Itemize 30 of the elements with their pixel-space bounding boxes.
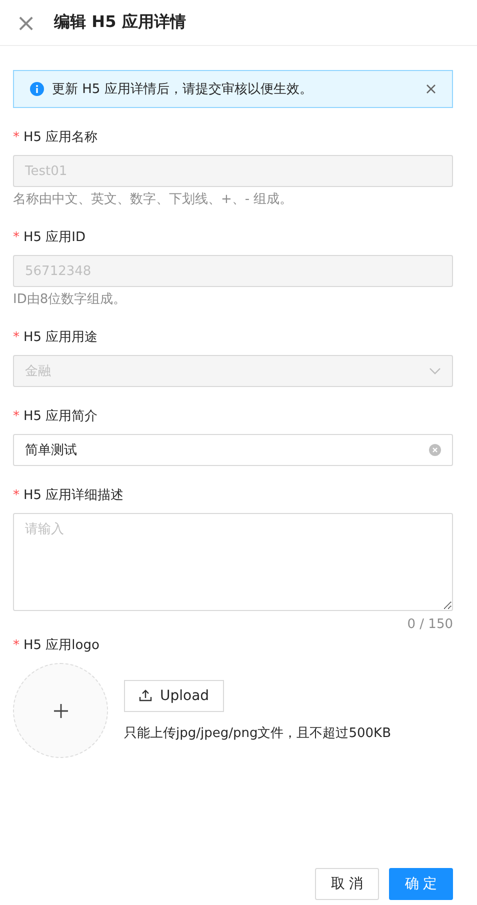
field-label: H5 应用名称 (24, 129, 98, 146)
field-label: H5 应用logo (24, 637, 100, 654)
upload-button[interactable]: Upload (124, 680, 224, 712)
cancel-button[interactable]: 取 消 (315, 868, 379, 900)
field-label: H5 应用ID (24, 229, 86, 246)
required-mark: * (13, 488, 20, 502)
field-label: H5 应用简介 (24, 408, 98, 425)
upload-icon (139, 689, 152, 702)
alert-message: 更新 H5 应用详情后，请提交审核以便生效。 (52, 81, 314, 98)
close-icon[interactable] (426, 84, 436, 94)
required-mark: * (13, 408, 20, 424)
field-label: H5 应用用途 (24, 329, 98, 346)
confirm-button[interactable]: 确 定 (389, 868, 453, 900)
help-text: 名称由中文、英文、数字、下划线、+、- 组成。 (13, 191, 294, 208)
required-mark: * (13, 330, 20, 344)
text-field[interactable]: 简单测试 (13, 434, 453, 466)
field-label: H5 应用详细描述 (24, 487, 124, 504)
required-mark: * (13, 230, 20, 244)
plus-icon (54, 704, 68, 718)
description-field[interactable]: 请输入 (13, 513, 453, 611)
drawer-title: 编辑 H5 应用详情 (54, 12, 186, 33)
upload-hint: 只能上传jpg/jpeg/png文件，且不超过500KB (124, 724, 391, 742)
chevron-down-icon (429, 367, 441, 375)
required-mark: * (13, 638, 20, 652)
clear-icon[interactable] (429, 444, 441, 456)
close-button[interactable]: × (16, 10, 36, 34)
info-icon (30, 82, 44, 96)
required-mark: * (13, 130, 20, 144)
character-counter: 0 / 150 (407, 617, 453, 632)
help-text: ID由8位数字组成。 (13, 291, 128, 308)
